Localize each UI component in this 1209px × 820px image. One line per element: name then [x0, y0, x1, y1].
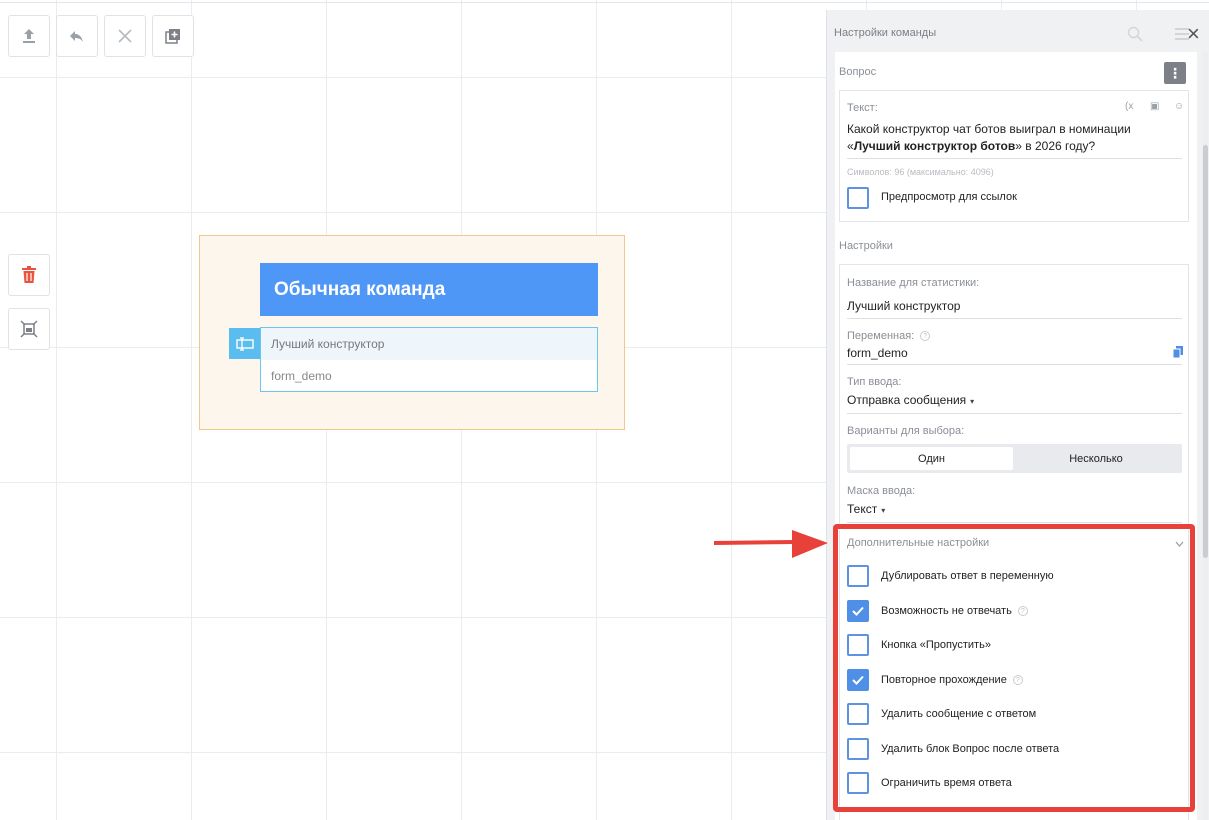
divider — [847, 364, 1182, 365]
advanced-option-checkbox[interactable] — [847, 669, 869, 691]
choice-label: Варианты для выбора: — [847, 425, 965, 437]
input-type-label: Тип ввода: — [847, 376, 902, 388]
copy-icon[interactable] — [1173, 346, 1183, 358]
panel-content: Вопрос ⋮ Текст: (x ▣ ☺ Какой конструктор… — [835, 52, 1197, 820]
choice-segmented-control: Один Несколько — [847, 444, 1182, 473]
add-copy-button[interactable] — [152, 15, 194, 57]
fit-screen-button[interactable] — [8, 308, 50, 350]
mask-label: Маска ввода: — [847, 485, 916, 497]
undo-button[interactable] — [56, 15, 98, 57]
advanced-option-checkbox[interactable] — [847, 738, 869, 760]
search-icon — [1127, 26, 1143, 42]
block-title[interactable]: Обычная команда — [260, 263, 598, 316]
advanced-option-label: Удалить сообщение с ответом — [881, 708, 1037, 720]
input-type-dropdown[interactable]: Отправка сообщения ▾ — [847, 393, 974, 407]
upload-icon — [23, 29, 35, 43]
panel-close-button[interactable]: × — [1187, 23, 1200, 45]
question-text[interactable]: Какой конструктор чат ботов выиграл в но… — [847, 121, 1167, 155]
help-icon[interactable]: ? — [1017, 606, 1028, 617]
variable-value[interactable]: form_demo — [847, 346, 908, 360]
advanced-option-label: Возможность не отвечать? — [881, 605, 1028, 617]
caret-down-icon: ▾ — [881, 506, 886, 515]
advanced-option-label: Ограничить время ответа — [881, 777, 1012, 789]
upload-button[interactable] — [8, 15, 50, 57]
undo-icon — [70, 31, 83, 42]
close-icon: × — [1187, 21, 1200, 46]
divider — [847, 413, 1182, 414]
char-counter: Символов: 96 (максимально: 4096) — [847, 167, 994, 177]
checkmark-icon — [852, 675, 864, 685]
help-icon[interactable]: ? — [1012, 675, 1023, 686]
close-icon — [118, 29, 132, 43]
annotation-arrow-icon — [714, 530, 828, 558]
advanced-option-label: Удалить блок Вопрос после ответа — [881, 743, 1060, 755]
link-preview-checkbox[interactable] — [847, 187, 869, 209]
advanced-option-checkbox[interactable] — [847, 565, 869, 587]
input-field-icon — [235, 336, 254, 351]
block-input-tag[interactable] — [229, 328, 260, 359]
divider — [847, 522, 1182, 523]
advanced-option-label: Кнопка «Пропустить» — [881, 639, 991, 651]
command-settings-panel: Настройки команды × Вопрос ⋮ Текст: (x ▣… — [826, 10, 1209, 820]
stats-name-value[interactable]: Лучший конструктор — [847, 299, 960, 313]
gallery-icon[interactable]: ▣ — [1150, 101, 1159, 112]
advanced-option-checkbox[interactable] — [847, 600, 869, 622]
advanced-option-label: Повторное прохождение? — [881, 674, 1023, 686]
emoji-icon[interactable]: ☺ — [1174, 101, 1184, 112]
settings-box: Название для статистики: Лучший конструк… — [839, 264, 1189, 820]
cancel-button[interactable] — [104, 15, 146, 57]
checkmark-icon — [852, 606, 864, 616]
advanced-option-label: Дублировать ответ в переменную — [881, 570, 1054, 582]
variable-label: Переменная:? — [847, 330, 931, 342]
advanced-settings-header[interactable]: Дополнительные настройки — [847, 537, 989, 549]
divider — [847, 158, 1182, 159]
chevron-down-icon[interactable] — [1175, 541, 1184, 547]
choice-option-single[interactable]: Один — [850, 447, 1013, 470]
add-copy-icon — [165, 29, 180, 44]
question-section-label: Вопрос — [839, 66, 877, 78]
link-preview-label: Предпросмотр для ссылок — [881, 191, 1017, 203]
text-label: Текст: — [847, 102, 878, 114]
panel-search-button[interactable] — [1127, 26, 1143, 47]
divider — [847, 318, 1182, 319]
panel-title: Настройки команды — [834, 27, 937, 39]
stats-name-label: Название для статистики: — [847, 277, 980, 289]
mask-dropdown[interactable]: Текст ▾ — [847, 502, 885, 516]
question-options-button[interactable]: ⋮ — [1164, 62, 1186, 84]
help-icon[interactable]: ? — [920, 331, 931, 342]
fit-screen-icon — [20, 320, 38, 338]
choice-option-multiple[interactable]: Несколько — [1013, 447, 1179, 470]
settings-section-label: Настройки — [839, 240, 893, 252]
trash-icon — [22, 266, 36, 283]
block-body[interactable]: Лучший конструктор form_demo — [260, 327, 598, 392]
top-border — [0, 2, 1209, 3]
advanced-option-checkbox[interactable] — [847, 703, 869, 725]
block-row-variable: form_demo — [271, 368, 332, 383]
advanced-option-checkbox[interactable] — [847, 634, 869, 656]
caret-down-icon: ▾ — [970, 397, 975, 406]
advanced-option-checkbox[interactable] — [847, 772, 869, 794]
delete-button[interactable] — [8, 254, 50, 296]
panel-scrollbar-thumb[interactable] — [1203, 145, 1208, 558]
block-row-label: Лучший конструктор — [261, 328, 597, 360]
variable-insert-icon[interactable]: (x — [1125, 101, 1133, 112]
question-text-box[interactable]: Текст: (x ▣ ☺ Какой конструктор чат бото… — [839, 90, 1189, 222]
more-vertical-icon: ⋮ — [1168, 64, 1182, 81]
